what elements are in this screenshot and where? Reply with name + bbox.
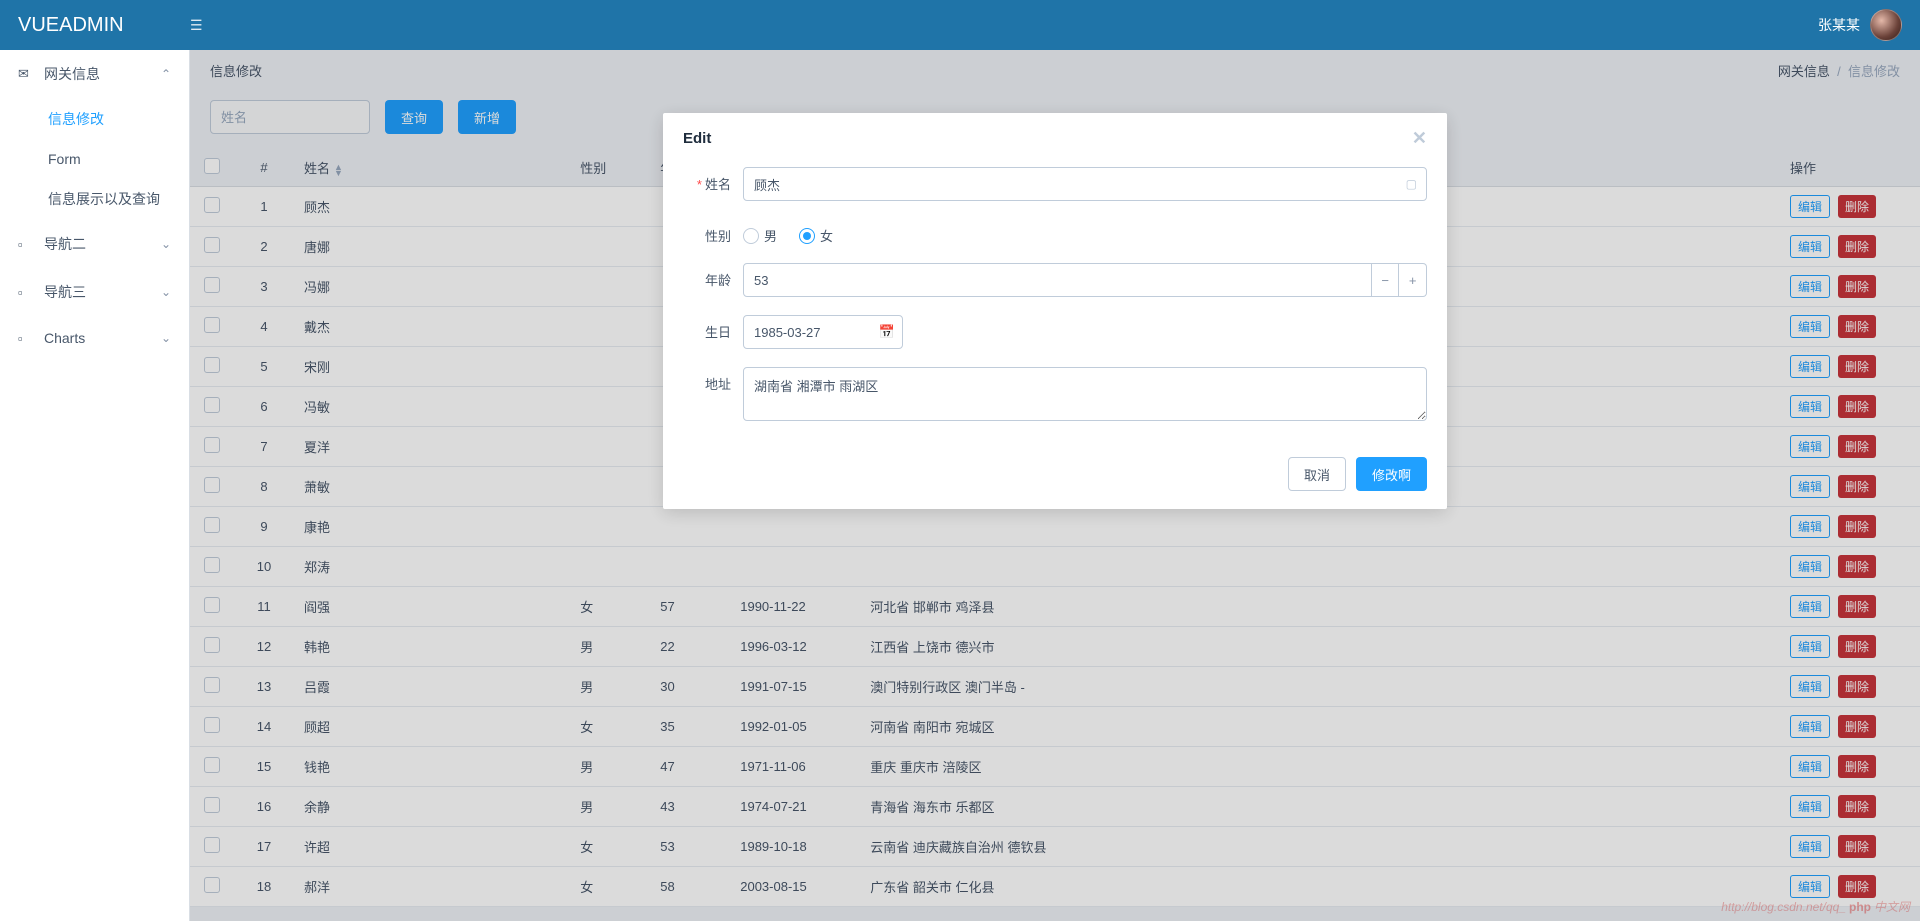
sidebar-group[interactable]: ▫ Charts ⌄: [0, 316, 189, 360]
sidebar-group-label: 网关信息: [44, 64, 100, 84]
sidebar-item[interactable]: 信息展示以及查询: [38, 178, 189, 220]
menu-icon: ▫: [18, 237, 36, 252]
calendar-icon[interactable]: 📅: [879, 324, 895, 340]
label-age: 年龄: [683, 263, 743, 289]
chevron-icon: ⌄: [161, 285, 171, 299]
label-birth: 生日: [683, 315, 743, 341]
chevron-icon: ⌄: [161, 331, 171, 345]
radio-female[interactable]: 女: [799, 226, 833, 245]
stepper-minus-icon[interactable]: −: [1372, 263, 1400, 297]
name-input[interactable]: [743, 167, 1427, 201]
sidebar-group[interactable]: ✉ 网关信息 ⌃: [0, 50, 189, 98]
label-address: 地址: [683, 367, 743, 393]
sidebar-group[interactable]: ▫ 导航二 ⌄: [0, 220, 189, 268]
confirm-button[interactable]: 修改啊: [1356, 457, 1427, 491]
age-stepper[interactable]: − +: [743, 263, 1427, 297]
sidebar-item[interactable]: Form: [38, 140, 189, 178]
label-name: *姓名: [683, 167, 743, 193]
radio-male[interactable]: 男: [743, 226, 777, 245]
chevron-icon: ⌃: [161, 67, 171, 81]
sidebar: ✉ 网关信息 ⌃ 信息修改Form信息展示以及查询 ▫ 导航二 ⌄ ▫ 导航三 ⌄ ▫ Charts ⌄: [0, 50, 190, 921]
sidebar-item[interactable]: 信息修改: [38, 98, 189, 140]
menu-icon: ✉: [18, 66, 36, 82]
sidebar-group-label: 导航三: [44, 282, 86, 302]
age-input[interactable]: [743, 263, 1372, 297]
sidebar-group-label: 导航二: [44, 234, 86, 254]
input-clear-icon[interactable]: ▢: [1406, 177, 1417, 191]
close-icon[interactable]: ✕: [1412, 128, 1427, 149]
user-dropdown[interactable]: 张某某: [1818, 9, 1902, 41]
topbar: VUEADMIN ☰ 张某某: [0, 0, 1920, 50]
sidebar-group-label: Charts: [44, 330, 85, 346]
dialog-title: Edit: [683, 130, 711, 147]
menu-icon: ▫: [18, 331, 36, 346]
avatar: [1870, 9, 1902, 41]
chevron-icon: ⌄: [161, 237, 171, 251]
main-content: 信息修改 网关信息 / 信息修改 查询 新增 # 姓名▲▼ 性别 年龄: [190, 50, 1920, 921]
edit-dialog: Edit ✕ *姓名 ▢ 性别 男 女: [663, 113, 1447, 509]
stepper-plus-icon[interactable]: +: [1399, 263, 1427, 297]
user-name: 张某某: [1818, 15, 1860, 35]
sidebar-collapse-button[interactable]: ☰: [190, 17, 203, 34]
label-gender: 性别: [683, 219, 743, 245]
menu-icon: ▫: [18, 285, 36, 300]
sidebar-group[interactable]: ▫ 导航三 ⌄: [0, 268, 189, 316]
cancel-button[interactable]: 取消: [1288, 457, 1346, 491]
address-input[interactable]: [743, 367, 1427, 421]
app-logo: VUEADMIN: [18, 14, 190, 37]
